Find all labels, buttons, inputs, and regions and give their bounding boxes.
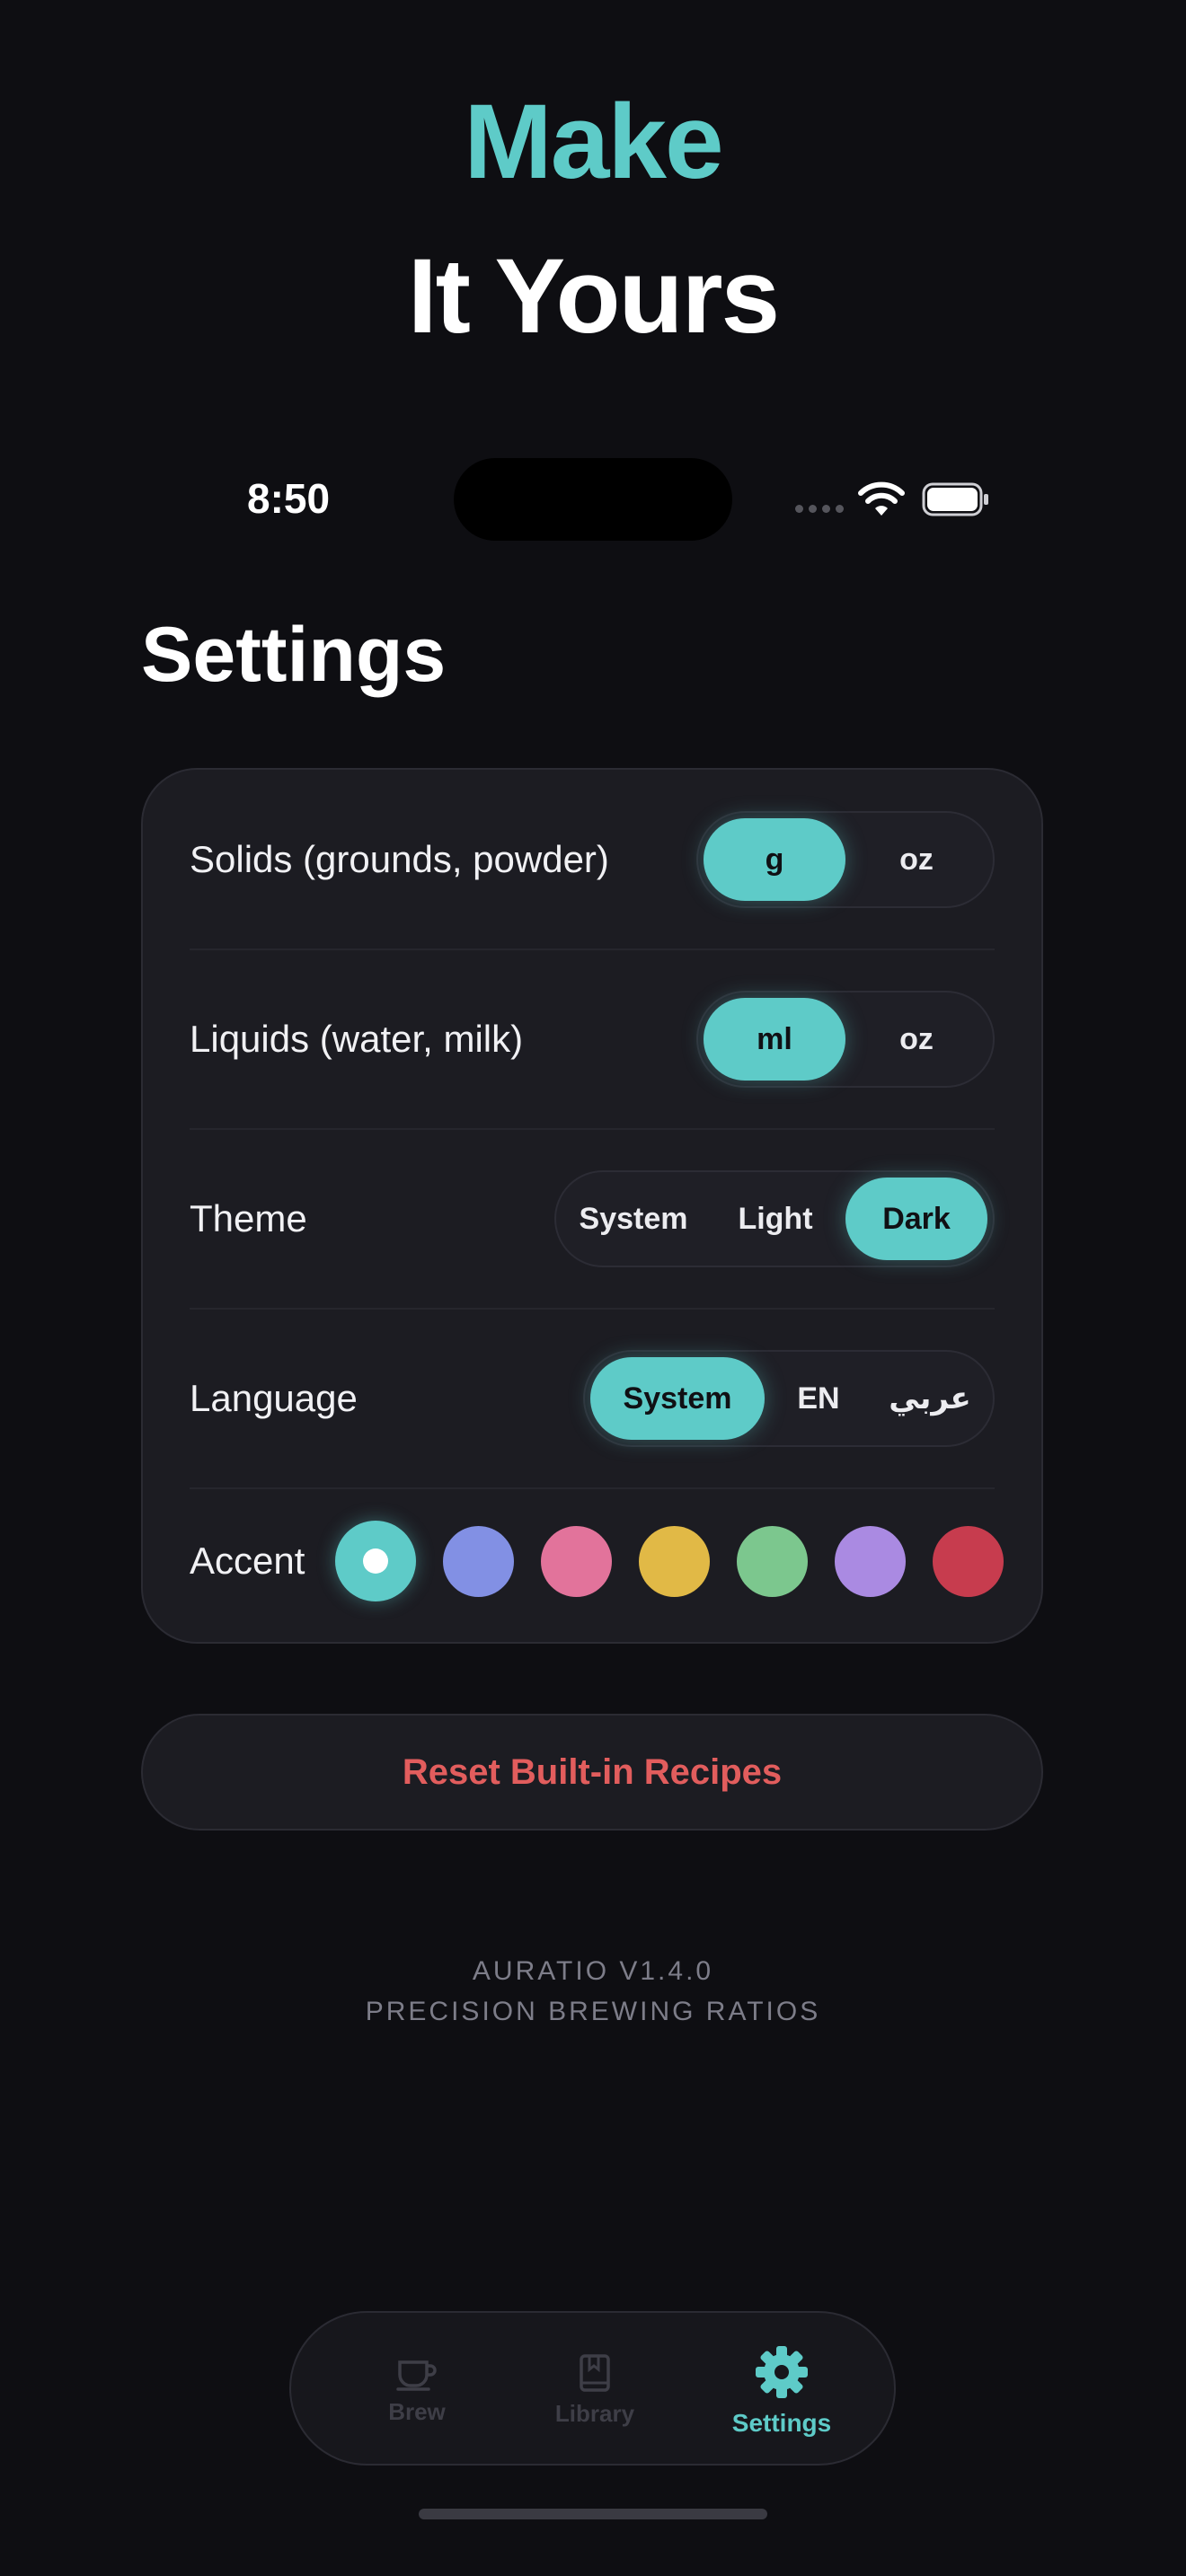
- settings-screen: Make It Yours 8:50 Settings Solids (grou…: [0, 0, 1186, 2576]
- tab-brew-label: Brew: [388, 2397, 446, 2425]
- home-indicator[interactable]: [419, 2509, 767, 2519]
- reset-recipes-button[interactable]: Reset Built-in Recipes: [141, 1714, 1043, 1831]
- language-segmented-control: System EN عربي: [583, 1350, 995, 1447]
- solids-option-g[interactable]: g: [704, 818, 845, 901]
- tab-settings[interactable]: Settings: [710, 2313, 854, 2467]
- gear-icon: [756, 2346, 808, 2398]
- tab-settings-label: Settings: [731, 2409, 832, 2437]
- tab-library[interactable]: Library: [523, 2313, 667, 2467]
- hero-title-line1: Make: [464, 83, 723, 201]
- tab-brew[interactable]: Brew: [345, 2313, 489, 2467]
- accent-swatch-red[interactable]: [933, 1525, 1005, 1597]
- dynamic-island: [454, 458, 732, 541]
- hero-title-line2: It Yours: [407, 237, 780, 356]
- solids-unit-label: Solids (grounds, powder): [190, 838, 609, 880]
- theme-option-dark[interactable]: Dark: [845, 1178, 987, 1260]
- coffee-cup-icon: [396, 2360, 437, 2391]
- theme-segmented-control: System Light Dark: [554, 1170, 995, 1267]
- solids-unit-segmented-control: g oz: [696, 811, 995, 908]
- status-time: 8:50: [247, 475, 331, 522]
- theme-option-system[interactable]: System: [562, 1178, 705, 1260]
- accent-swatch-blue[interactable]: [443, 1525, 515, 1597]
- cellular-signal-icon: [795, 505, 844, 513]
- accent-swatch-green[interactable]: [737, 1525, 809, 1597]
- tab-bar: Brew Library Settings: [289, 2311, 896, 2466]
- app-tagline: PRECISION BREWING RATIOS: [365, 1997, 821, 2026]
- liquids-unit-segmented-control: ml oz: [696, 991, 995, 1088]
- liquids-option-oz[interactable]: oz: [845, 998, 987, 1081]
- page-title: Settings: [141, 612, 447, 698]
- tab-library-label: Library: [554, 2399, 635, 2427]
- liquids-option-ml[interactable]: ml: [704, 998, 845, 1081]
- liquids-unit-label: Liquids (water, milk): [190, 1018, 524, 1060]
- accent-swatch-pink[interactable]: [541, 1525, 613, 1597]
- solids-option-oz[interactable]: oz: [845, 818, 987, 901]
- app-version: AURATIO V1.4.0: [472, 1956, 714, 1986]
- theme-option-light[interactable]: Light: [705, 1178, 845, 1260]
- accent-swatches: [335, 1521, 1005, 1601]
- theme-row: Theme System Light Dark: [190, 1129, 995, 1309]
- language-label: Language: [190, 1377, 358, 1419]
- language-row: Language System EN عربي: [190, 1309, 995, 1488]
- wifi-icon: [858, 481, 905, 516]
- accent-row: Accent: [190, 1479, 1005, 1643]
- language-option-en[interactable]: EN: [765, 1357, 872, 1440]
- accent-label: Accent: [190, 1539, 305, 1582]
- theme-label: Theme: [190, 1197, 307, 1239]
- solids-unit-row: Solids (grounds, powder) g oz: [190, 770, 995, 949]
- battery-icon: [922, 482, 988, 516]
- settings-card: Solids (grounds, powder) g oz Liquids (w…: [141, 768, 1043, 1644]
- bookmark-book-icon: [580, 2353, 610, 2392]
- accent-swatch-yellow[interactable]: [639, 1525, 711, 1597]
- language-option-arabic[interactable]: عربي: [872, 1357, 987, 1440]
- language-option-system[interactable]: System: [590, 1357, 765, 1440]
- accent-swatch-purple[interactable]: [835, 1525, 907, 1597]
- accent-swatch-teal[interactable]: [335, 1521, 417, 1601]
- liquids-unit-row: Liquids (water, milk) ml oz: [190, 949, 995, 1129]
